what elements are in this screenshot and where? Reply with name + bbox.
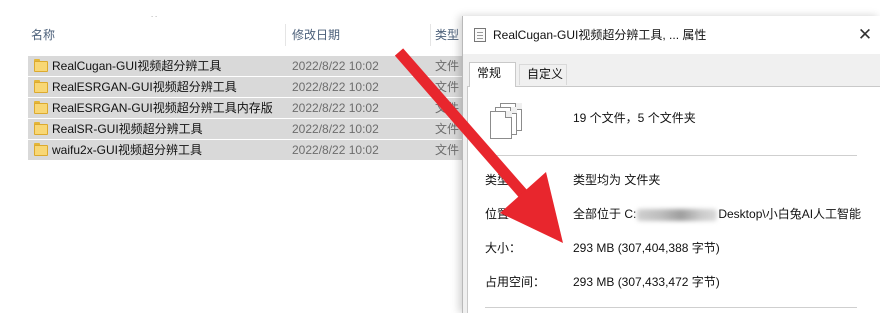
folder-row[interactable]: RealESRGAN-GUI视频超分辨工具 2022/8/22 10:02 文件 — [28, 77, 462, 98]
file-rows: RealCugan-GUI视频超分辨工具 2022/8/22 10:02 文件 … — [28, 56, 462, 161]
folder-name: waifu2x-GUI视频超分辨工具 — [52, 143, 203, 157]
dialog-title-bar[interactable]: RealCugan-GUI视频超分辨工具, ... 属性 ✕ — [463, 16, 880, 54]
column-separator[interactable] — [285, 24, 286, 46]
folder-type: 文件 — [435, 59, 460, 73]
multiple-files-icon — [489, 103, 525, 141]
folder-icon — [34, 122, 48, 135]
folder-name: RealSR-GUI视频超分辨工具 — [52, 122, 203, 136]
folder-date: 2022/8/22 10:02 — [292, 59, 379, 73]
tab-general[interactable]: 常规 — [469, 62, 516, 87]
divider — [485, 155, 857, 156]
divider — [485, 307, 857, 308]
type-label: 类型： — [485, 173, 522, 187]
folder-name: RealESRGAN-GUI视频超分辨工具内存版 — [52, 101, 273, 115]
disk-size-value: 293 MB (307,433,472 字节) — [573, 275, 720, 289]
item-count-summary: 19 个文件，5 个文件夹 — [573, 111, 696, 125]
folder-type: 文件 — [435, 122, 460, 136]
size-label: 大小： — [485, 241, 522, 255]
folder-date: 2022/8/22 10:02 — [292, 143, 379, 157]
folder-row[interactable]: RealSR-GUI视频超分辨工具 2022/8/22 10:02 文件 — [28, 119, 462, 140]
column-header-date[interactable]: 修改日期 — [292, 24, 430, 46]
folder-icon — [34, 143, 48, 156]
column-separator[interactable] — [430, 24, 431, 46]
document-icon — [474, 28, 486, 42]
folder-icon — [34, 101, 48, 114]
folder-icon — [34, 80, 48, 93]
folder-type: 文件 — [435, 143, 460, 157]
folder-row[interactable]: waifu2x-GUI视频超分辨工具 2022/8/22 10:02 文件 — [28, 140, 462, 161]
location-prefix: 全部位于 C: — [573, 207, 637, 221]
folder-row[interactable]: RealCugan-GUI视频超分辨工具 2022/8/22 10:02 文件 — [28, 56, 462, 77]
disk-size-label: 占用空间： — [485, 275, 546, 289]
type-value: 类型均为 文件夹 — [573, 173, 661, 187]
folder-date: 2022/8/22 10:02 — [292, 101, 379, 115]
folder-icon — [34, 59, 48, 72]
location-suffix: Desktop\小白兔AI人工智能 — [718, 207, 862, 221]
general-tab-panel: 19 个文件，5 个文件夹 类型： 类型均为 文件夹 位置： 全部位于 C: De… — [467, 86, 880, 313]
column-header-name[interactable]: 名称 — [31, 24, 283, 46]
folder-name: RealCugan-GUI视频超分辨工具 — [52, 59, 222, 73]
folder-type: 文件 — [435, 101, 460, 115]
dialog-title: RealCugan-GUI视频超分辨工具, ... 属性 — [493, 28, 707, 42]
folder-type: 文件 — [435, 80, 460, 94]
location-value: 全部位于 C: Desktop\小白兔AI人工智能 — [573, 205, 861, 223]
folder-date: 2022/8/22 10:02 — [292, 80, 379, 94]
properties-dialog: RealCugan-GUI视频超分辨工具, ... 属性 ✕ 自定义 常规 19… — [462, 16, 880, 313]
size-value: 293 MB (307,404,388 字节) — [573, 241, 720, 255]
location-label: 位置： — [485, 207, 522, 221]
close-icon[interactable]: ✕ — [855, 24, 875, 46]
folder-row[interactable]: RealESRGAN-GUI视频超分辨工具内存版 2022/8/22 10:02… — [28, 98, 462, 119]
folder-name: RealESRGAN-GUI视频超分辨工具 — [52, 80, 237, 94]
column-header-type[interactable]: 类型 — [435, 24, 465, 46]
tab-custom[interactable]: 自定义 — [519, 64, 567, 85]
redacted-blur — [637, 208, 718, 221]
file-explorer-list: ˙˙ 名称 修改日期 类型 RealCugan-GUI视频超分辨工具 2022/… — [0, 0, 462, 313]
folder-date: 2022/8/22 10:02 — [292, 122, 379, 136]
